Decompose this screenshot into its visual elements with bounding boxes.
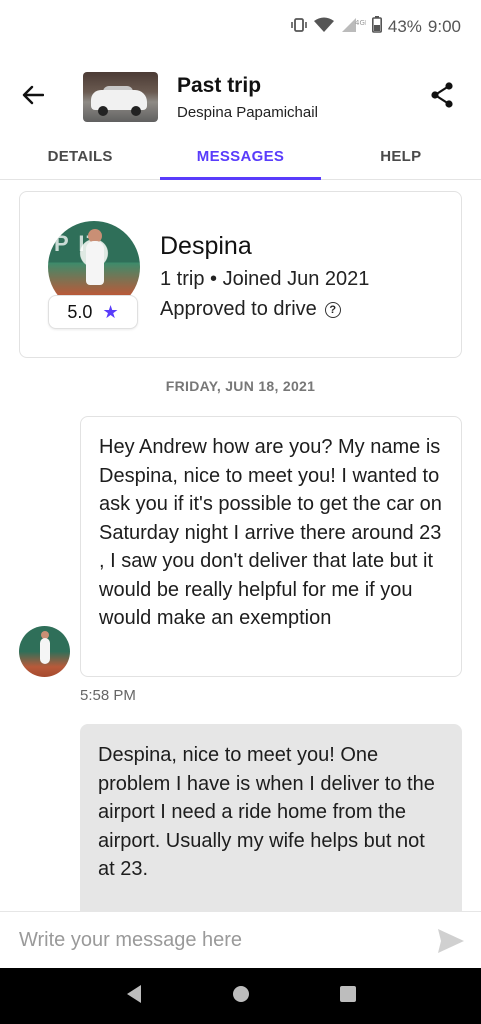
star-icon: ★ xyxy=(102,301,119,322)
send-icon[interactable] xyxy=(437,928,465,954)
nav-home-button[interactable] xyxy=(221,976,261,1016)
tab-help[interactable]: HELP xyxy=(321,134,481,179)
approved-label: Approved to drive xyxy=(160,298,317,320)
tab-messages[interactable]: MESSAGES xyxy=(160,134,321,180)
question-mark-icon[interactable]: ? xyxy=(324,301,341,318)
tab-bar: DETAILS MESSAGES HELP xyxy=(0,134,481,180)
profile-trip-info: 1 trip • Joined Jun 2021 xyxy=(160,268,370,290)
messages-scroll-area[interactable]: P IT 5.0 ★ Despina 1 trip • Joined Jun 2… xyxy=(0,180,481,911)
nav-recents-button[interactable] xyxy=(328,976,368,1016)
signal-icon: 4GE xyxy=(340,17,369,38)
approved-to-drive: Approved to drive ? xyxy=(160,298,341,321)
date-divider: FRIDAY, JUN 18, 2021 xyxy=(165,378,316,394)
status-icons: 4GE xyxy=(290,16,382,38)
recents-square-icon xyxy=(339,985,357,1008)
battery-icon xyxy=(371,16,382,38)
wifi-icon xyxy=(313,17,334,38)
nav-back-button[interactable] xyxy=(114,976,154,1016)
message-timestamp: 5:58 PM xyxy=(80,687,136,704)
message-input[interactable] xyxy=(19,928,419,952)
system-nav-bar xyxy=(0,968,481,1024)
home-circle-icon xyxy=(231,984,251,1009)
trip-header: Past trip Despina Papamichail xyxy=(0,60,481,134)
incoming-message: Hey Andrew how are you? My name is Despi… xyxy=(80,416,462,677)
title-block: Past trip Despina Papamichail xyxy=(177,74,318,121)
outgoing-message: Despina, nice to meet you! One problem I… xyxy=(80,724,462,911)
rating-badge: 5.0 ★ xyxy=(48,295,138,329)
profile-name: Despina xyxy=(160,232,252,260)
page-subtitle: Despina Papamichail xyxy=(177,103,318,121)
vibrate-icon xyxy=(290,17,308,38)
share-icon xyxy=(430,81,454,113)
battery-percent: 43% xyxy=(387,17,422,36)
triangle-back-icon xyxy=(125,984,143,1009)
clock-time: 9:00 xyxy=(427,17,461,36)
share-button[interactable] xyxy=(417,72,467,122)
car-thumbnail xyxy=(83,72,158,122)
status-bar: 4GE 43% 9:00 xyxy=(0,0,481,54)
back-button[interactable] xyxy=(0,64,66,130)
tab-details[interactable]: DETAILS xyxy=(0,134,160,179)
page-title: Past trip xyxy=(177,73,262,97)
network-label: 4GE xyxy=(355,19,366,27)
message-composer xyxy=(0,911,481,968)
sender-avatar[interactable] xyxy=(19,626,70,677)
host-profile-card[interactable]: P IT 5.0 ★ Despina 1 trip • Joined Jun 2… xyxy=(19,191,462,358)
rating-value: 5.0 xyxy=(67,301,93,322)
back-arrow-icon xyxy=(22,85,45,110)
